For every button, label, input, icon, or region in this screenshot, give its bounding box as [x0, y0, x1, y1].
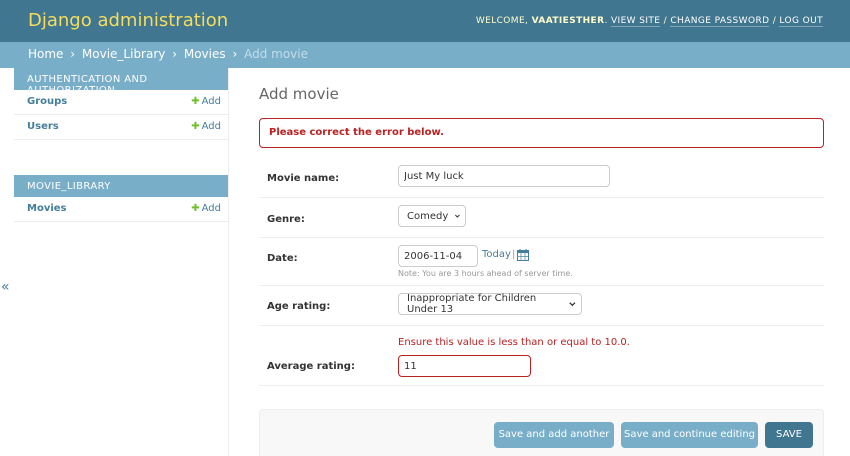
site-brand-link[interactable]: Django administration [28, 10, 228, 31]
movie-name-input[interactable] [398, 165, 610, 187]
date-help-text: Note: You are 3 hours ahead of server ti… [398, 269, 573, 278]
user-tools: WELCOME, VAATIESTHER. VIEW SITE / CHANGE… [475, 16, 823, 27]
chevron-down-icon [455, 214, 461, 218]
sidebar-item-users-link[interactable]: Users [27, 121, 59, 132]
average-rating-label: Average rating: [267, 361, 355, 372]
site-header: Django administration WELCOME, VAATIESTH… [0, 0, 850, 42]
separator: / [663, 16, 668, 26]
form-row-genre: Genre: Comedy [259, 198, 824, 238]
sidebar-item-users: Users ✚ Add [14, 115, 228, 140]
welcome-text: WELCOME, [475, 16, 529, 26]
sidebar-item-movies-link[interactable]: Movies [27, 203, 67, 214]
age-rating-selected-value: Inappropriate for Children Under 13 [407, 293, 537, 315]
add-label: Add [201, 96, 221, 107]
age-rating-select[interactable]: Inappropriate for Children Under 13 [398, 293, 582, 315]
save-button[interactable]: SAVE [765, 422, 813, 448]
save-and-continue-button[interactable]: Save and continue editing [621, 422, 758, 448]
save-and-add-another-button[interactable]: Save and add another [494, 422, 614, 448]
form-row-age-rating: Age rating: Inappropriate for Children U… [259, 286, 824, 326]
breadcrumb-separator: › [172, 47, 178, 61]
add-label: Add [201, 121, 221, 132]
chevron-down-icon [569, 302, 576, 307]
module-caption-movie-library[interactable]: MOVIE_LIBRARY [14, 175, 228, 197]
plus-icon: ✚ [191, 121, 200, 132]
breadcrumb: Home › Movie_Library › Movies › Add movi… [0, 42, 850, 68]
plus-icon: ✚ [191, 96, 200, 107]
form-row-movie-name: Movie name: [259, 158, 824, 198]
breadcrumb-app[interactable]: Movie_Library [82, 47, 165, 61]
add-group-link[interactable]: ✚ Add [191, 96, 221, 107]
log-out-link[interactable]: LOG OUT [779, 16, 823, 27]
sidebar-item-groups-link[interactable]: Groups [27, 96, 67, 107]
breadcrumb-current: Add movie [244, 47, 308, 61]
form-row-average-rating: Ensure this value is less than or equal … [259, 326, 824, 386]
separator: / [772, 16, 777, 26]
view-site-link[interactable]: VIEW SITE [610, 16, 661, 27]
breadcrumb-separator: › [70, 47, 76, 61]
average-rating-error: Ensure this value is less than or equal … [398, 337, 630, 348]
today-link[interactable]: Today [482, 249, 511, 260]
date-label: Date: [267, 253, 298, 264]
breadcrumb-model[interactable]: Movies [184, 47, 226, 61]
change-password-link[interactable]: CHANGE PASSWORD [670, 16, 770, 27]
nav-sidebar: AUTHENTICATION AND AUTHORIZATION Groups … [14, 68, 229, 456]
age-rating-label: Age rating: [267, 301, 331, 312]
breadcrumb-home[interactable]: Home [28, 47, 63, 61]
module-caption-auth[interactable]: AUTHENTICATION AND AUTHORIZATION [14, 68, 228, 96]
plus-icon: ✚ [191, 203, 200, 214]
movie-name-label: Movie name: [267, 173, 340, 184]
separator: | [512, 249, 516, 260]
add-movie-link[interactable]: ✚ Add [191, 203, 221, 214]
date-input[interactable] [398, 245, 478, 267]
calendar-icon[interactable] [517, 249, 529, 261]
add-user-link[interactable]: ✚ Add [191, 121, 221, 132]
sidebar-item-groups: Groups ✚ Add [14, 90, 228, 115]
form-row-date: Date: Today | Note: You are 3 hours ahea… [259, 238, 824, 286]
breadcrumb-separator: › [232, 47, 238, 61]
sidebar-item-movies: Movies ✚ Add [14, 197, 228, 222]
username: VAATIESTHER [531, 16, 605, 26]
collapse-sidebar-icon[interactable]: « [1, 279, 10, 295]
genre-label: Genre: [267, 214, 305, 225]
add-label: Add [201, 203, 221, 214]
submit-row: Save and add another Save and continue e… [259, 409, 824, 456]
page-title: Add movie [259, 85, 339, 103]
module-spacer [14, 140, 228, 175]
average-rating-input[interactable] [398, 355, 531, 377]
genre-selected-value: Comedy [407, 210, 449, 222]
genre-select[interactable]: Comedy [398, 205, 466, 227]
error-note: Please correct the error below. [259, 118, 824, 148]
